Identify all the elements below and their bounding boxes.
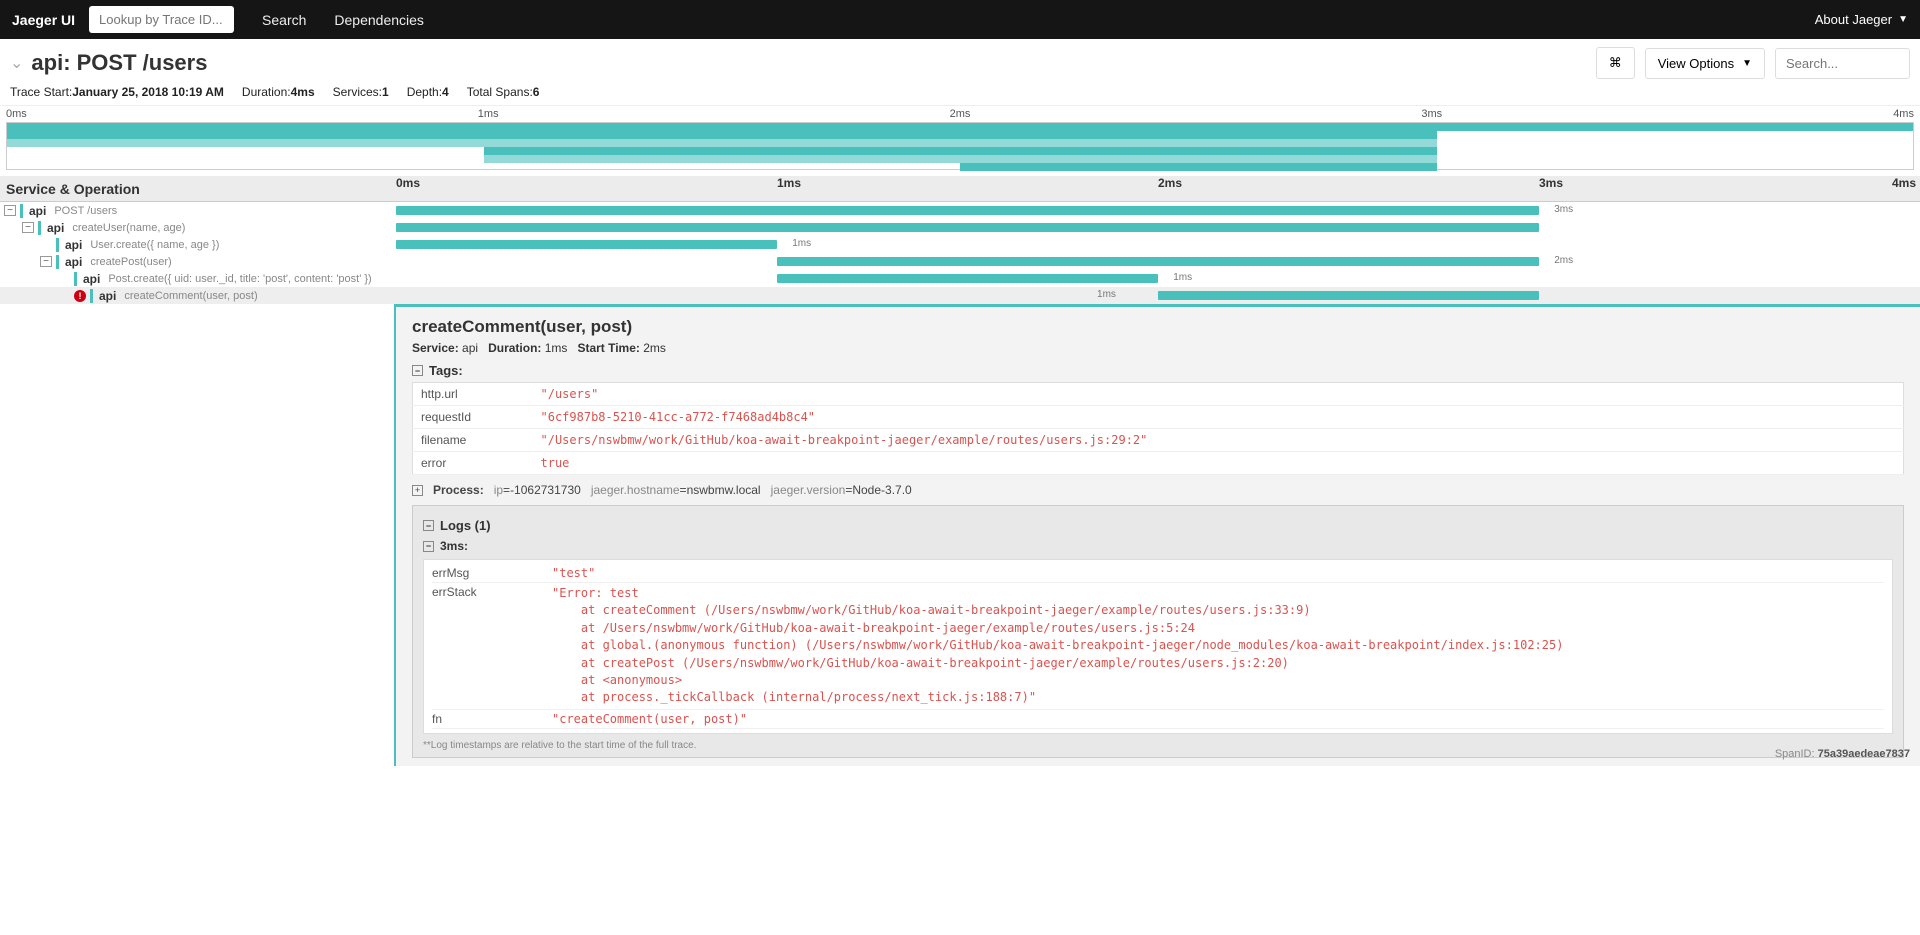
- logs-section: −Logs (1) −3ms: errMsg"test"errStack"Err…: [412, 505, 1904, 758]
- process-label: Process:: [433, 483, 484, 497]
- tag-key: error: [413, 452, 533, 475]
- span-bar[interactable]: [777, 257, 1539, 266]
- error-icon: !: [74, 290, 86, 302]
- log-key: fn: [432, 712, 552, 726]
- tag-key: http.url: [413, 383, 533, 406]
- log-entry: errMsg"test"errStack"Error: test at crea…: [423, 559, 1893, 734]
- span-bar[interactable]: [396, 223, 1539, 232]
- span-row[interactable]: ! api createComment(user, post) 1ms: [0, 287, 1920, 304]
- trace-search-input[interactable]: [1775, 48, 1910, 79]
- caret-down-icon: ▼: [1898, 14, 1908, 25]
- span-duration-label: 1ms: [1173, 272, 1192, 283]
- service-name: api: [99, 289, 116, 303]
- span-duration-label: 1ms: [792, 238, 811, 249]
- log-key: errStack: [432, 585, 552, 707]
- operation-name: Post.create({ uid: user._id, title: 'pos…: [108, 273, 371, 285]
- logs-label: Logs (1): [440, 518, 491, 533]
- operation-name: createComment(user, post): [124, 290, 257, 302]
- service-name: api: [29, 204, 46, 218]
- toggle-icon[interactable]: −: [40, 256, 52, 267]
- span-detail: createComment(user, post) Service: api D…: [0, 304, 1920, 766]
- operation-name: createPost(user): [90, 256, 171, 268]
- log-footnote: **Log timestamps are relative to the sta…: [423, 740, 1893, 751]
- span-bar[interactable]: [1158, 291, 1539, 300]
- log-value: "test": [552, 566, 1884, 580]
- service-name: api: [47, 221, 64, 235]
- expand-process-icon[interactable]: +: [412, 485, 423, 496]
- span-row[interactable]: − api POST /users 3ms: [0, 202, 1920, 219]
- collapse-icon[interactable]: ⌄: [10, 53, 23, 73]
- topbar: Jaeger UI Search Dependencies About Jaeg…: [0, 0, 1920, 39]
- caret-down-icon: ▼: [1742, 58, 1752, 69]
- timeline-ruler: 0ms 1ms 2ms 3ms 4ms: [396, 176, 1920, 202]
- operation-name: User.create({ name, age }): [90, 239, 219, 251]
- log-value: "createComment(user, post)": [552, 712, 1884, 726]
- span-bar[interactable]: [396, 206, 1539, 215]
- tags-table: http.url"/users"requestId"6cf987b8-5210-…: [412, 382, 1904, 475]
- span-duration-label: 2ms: [1554, 255, 1573, 266]
- span-row[interactable]: − api createPost(user) 2ms: [0, 253, 1920, 270]
- tag-value: "/users": [533, 383, 1904, 406]
- trace-title: api: POST /users: [31, 50, 207, 76]
- brand[interactable]: Jaeger UI: [12, 12, 75, 28]
- about-label: About Jaeger: [1815, 12, 1892, 27]
- tag-key: requestId: [413, 406, 533, 429]
- span-row[interactable]: − api createUser(name, age): [0, 219, 1920, 236]
- service-name: api: [65, 238, 82, 252]
- span-bar[interactable]: [396, 240, 777, 249]
- trace-lookup-input[interactable]: [89, 6, 234, 33]
- tag-value: true: [533, 452, 1904, 475]
- operation-name: POST /users: [54, 205, 117, 217]
- span-row[interactable]: api User.create({ name, age }) 1ms: [0, 236, 1920, 253]
- tag-value: "/Users/nswbmw/work/GitHub/koa-await-bre…: [533, 429, 1904, 452]
- nav-dependencies[interactable]: Dependencies: [320, 12, 438, 28]
- toggle-icon[interactable]: −: [22, 222, 34, 233]
- tags-label: Tags:: [429, 363, 463, 378]
- tag-key: filename: [413, 429, 533, 452]
- minimap[interactable]: [6, 122, 1914, 170]
- view-options-button[interactable]: View Options ▼: [1645, 48, 1765, 79]
- service-name: api: [65, 255, 82, 269]
- log-key: errMsg: [432, 566, 552, 580]
- keyboard-shortcut-button[interactable]: ⌘: [1596, 47, 1635, 79]
- log-value: "Error: test at createComment (/Users/ns…: [552, 585, 1884, 707]
- about-menu[interactable]: About Jaeger ▼: [1815, 12, 1908, 27]
- trace-meta: Trace Start:January 25, 2018 10:19 AM Du…: [10, 85, 1910, 99]
- collapse-logs-icon[interactable]: −: [423, 520, 434, 531]
- log-timestamp: 3ms:: [440, 539, 468, 553]
- operation-name: createUser(name, age): [72, 222, 185, 234]
- nav-search[interactable]: Search: [248, 12, 320, 28]
- svc-op-header: Service & Operation: [0, 181, 396, 197]
- span-detail-title: createComment(user, post): [412, 317, 1904, 337]
- service-name: api: [83, 272, 100, 286]
- toggle-icon[interactable]: −: [4, 205, 16, 216]
- trace-header: ⌄ api: POST /users ⌘ View Options ▼ Trac…: [0, 39, 1920, 106]
- span-id: SpanID: 75a39aedeae7837: [1775, 748, 1910, 760]
- span-duration-label: 3ms: [1554, 204, 1573, 215]
- minimap-ruler: 0ms1ms2ms3ms4ms: [0, 106, 1920, 120]
- span-row[interactable]: api Post.create({ uid: user._id, title: '…: [0, 270, 1920, 287]
- view-options-label: View Options: [1658, 56, 1734, 71]
- collapse-log-entry-icon[interactable]: −: [423, 541, 434, 552]
- span-duration-label: 1ms: [1097, 289, 1116, 300]
- tag-value: "6cf987b8-5210-41cc-a772-f7468ad4b8c4": [533, 406, 1904, 429]
- span-bar[interactable]: [777, 274, 1158, 283]
- collapse-tags-icon[interactable]: −: [412, 365, 423, 376]
